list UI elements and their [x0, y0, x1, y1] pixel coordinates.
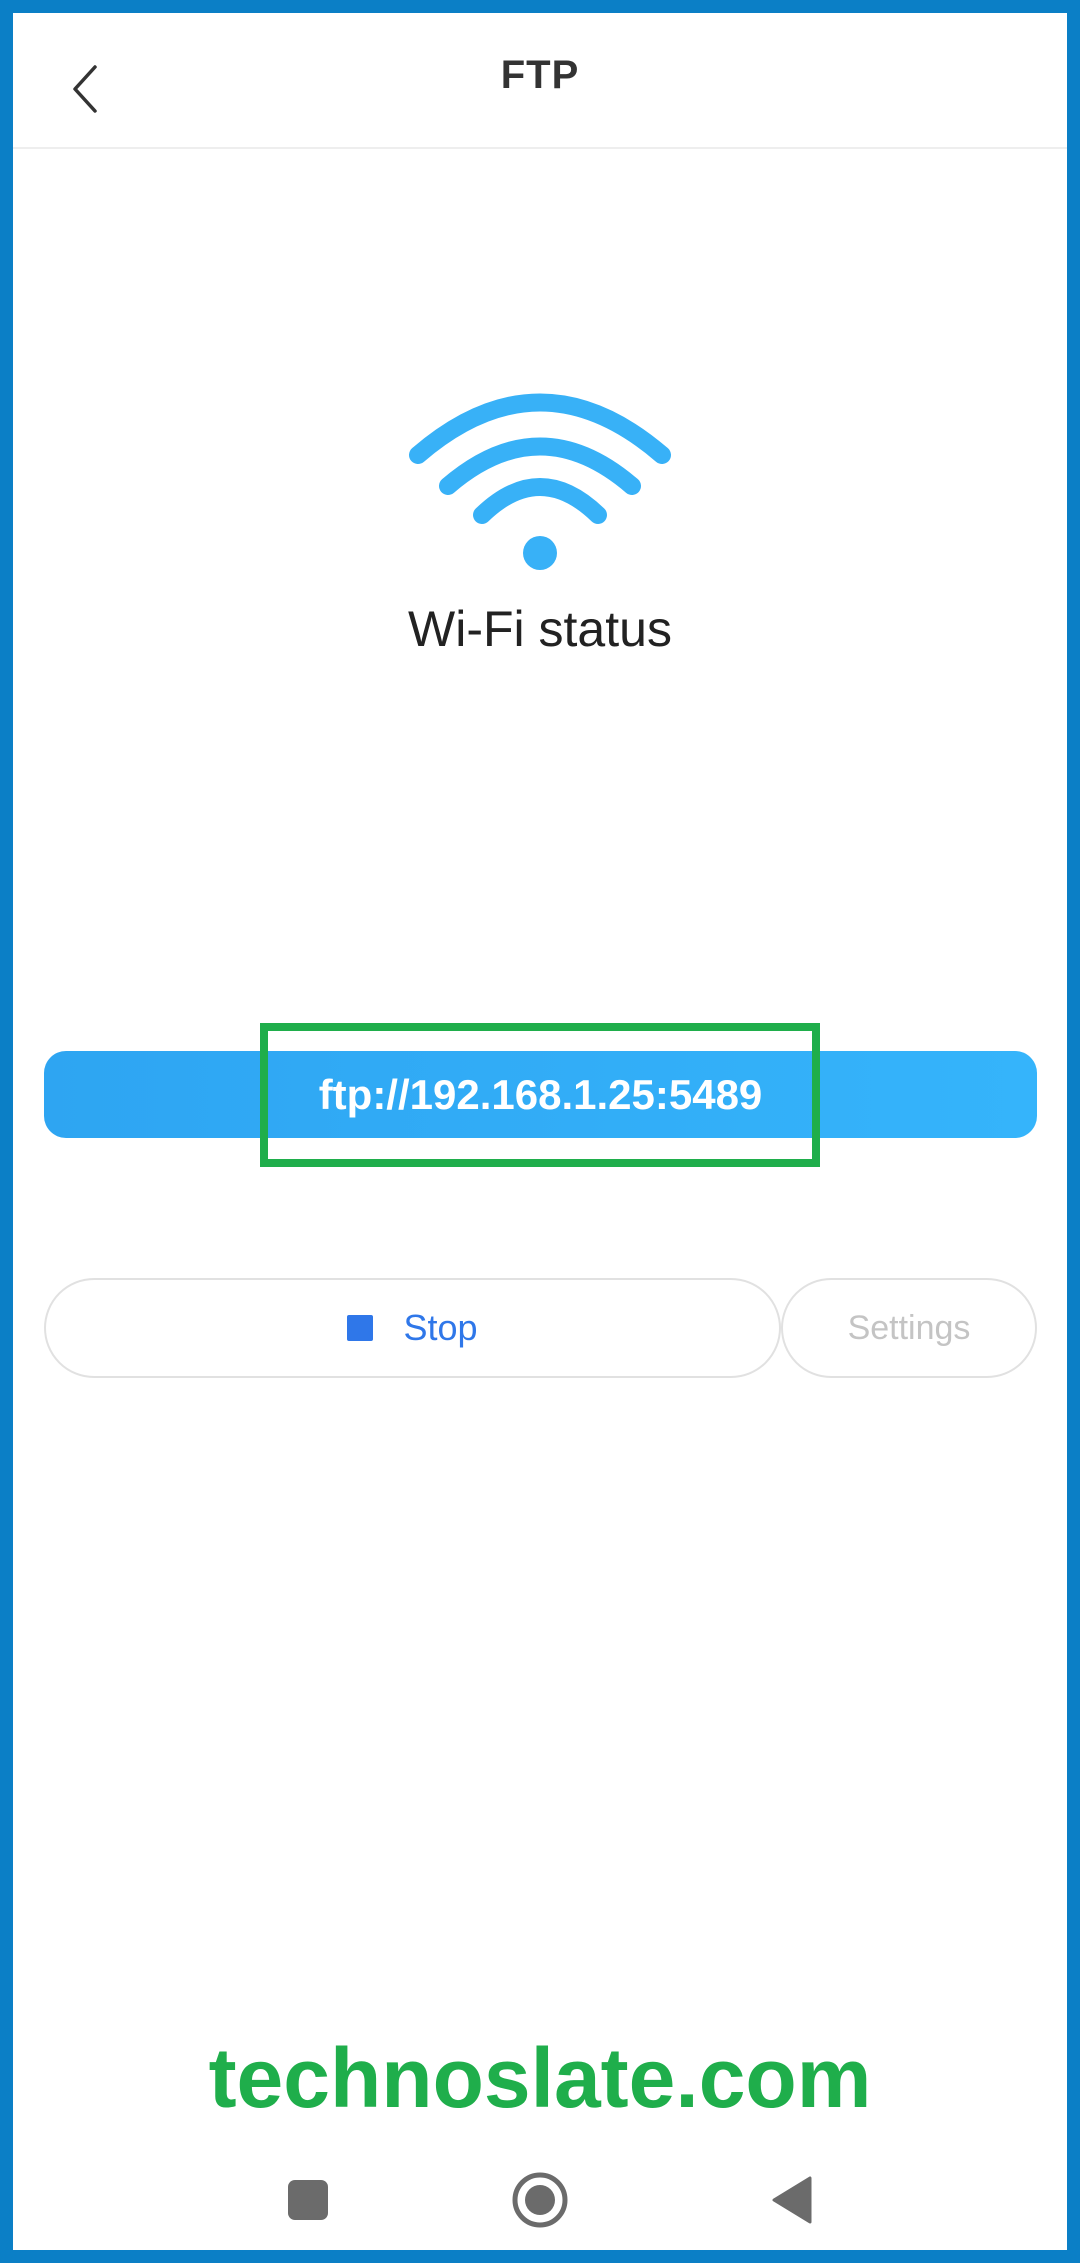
- circle-home-icon: [512, 2172, 568, 2228]
- back-nav-button[interactable]: [760, 2168, 824, 2232]
- system-navigation-bar: [13, 2150, 1067, 2250]
- stop-square-icon: [347, 1315, 374, 1341]
- home-button[interactable]: [508, 2168, 572, 2232]
- square-icon: [288, 2180, 328, 2220]
- settings-button-label: Settings: [847, 1308, 971, 1347]
- ftp-url-text: ftp://192.168.1.25:5489: [318, 1070, 763, 1118]
- triangle-back-icon: [772, 2176, 812, 2224]
- app-header: FTP: [13, 13, 1067, 149]
- action-buttons: Stop Settings: [44, 1278, 1037, 1378]
- stop-button[interactable]: Stop: [44, 1278, 781, 1378]
- wifi-status-label: Wi-Fi status: [408, 601, 672, 657]
- watermark: technoslate.com: [208, 2031, 872, 2125]
- wifi-icon: [400, 385, 680, 575]
- stop-button-label: Stop: [403, 1307, 478, 1348]
- settings-button[interactable]: Settings: [781, 1278, 1037, 1378]
- page-title: FTP: [500, 53, 580, 97]
- recents-button[interactable]: [276, 2168, 340, 2232]
- ftp-url-bar[interactable]: ftp://192.168.1.25:5489: [44, 1051, 1037, 1138]
